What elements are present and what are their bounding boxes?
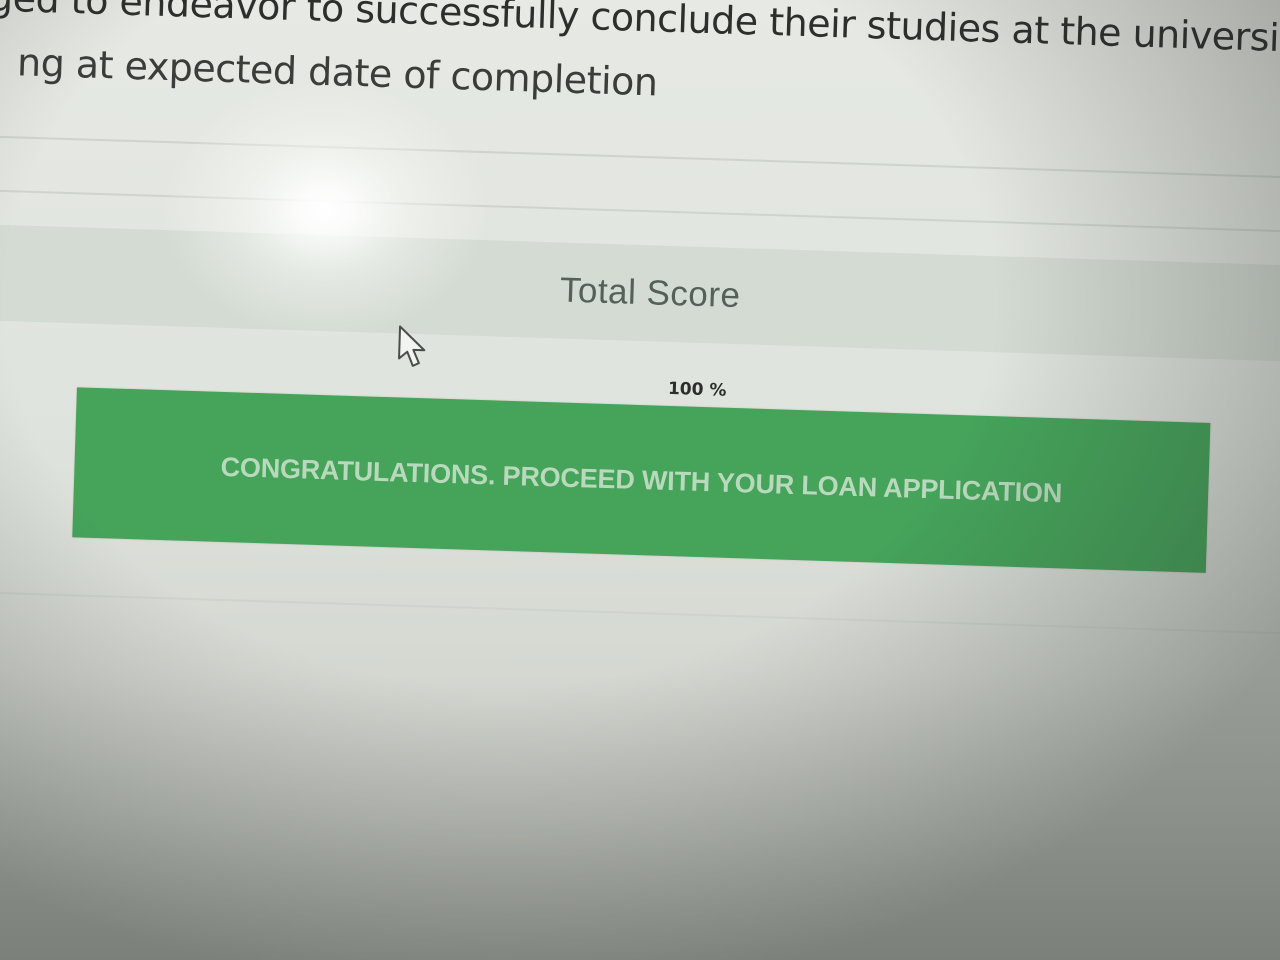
divider [0,135,1280,180]
screen: ged to endeavor to successfully conclude… [0,0,1280,960]
result-message: CONGRATULATIONS. PROCEED WITH YOUR LOAN … [220,451,1063,508]
total-score-header: Total Score [0,224,1280,363]
mouse-pointer-icon [398,325,426,367]
divider [0,189,1280,234]
page-content: ged to endeavor to successfully conclude… [0,0,1280,960]
result-banner: CONGRATULATIONS. PROCEED WITH YOUR LOAN … [72,387,1211,573]
score-percent: 100 % [667,378,727,401]
intro-paragraph: ged to endeavor to successfully conclude… [0,0,1280,136]
divider [0,591,1280,636]
total-score-title: Total Score [559,270,742,316]
